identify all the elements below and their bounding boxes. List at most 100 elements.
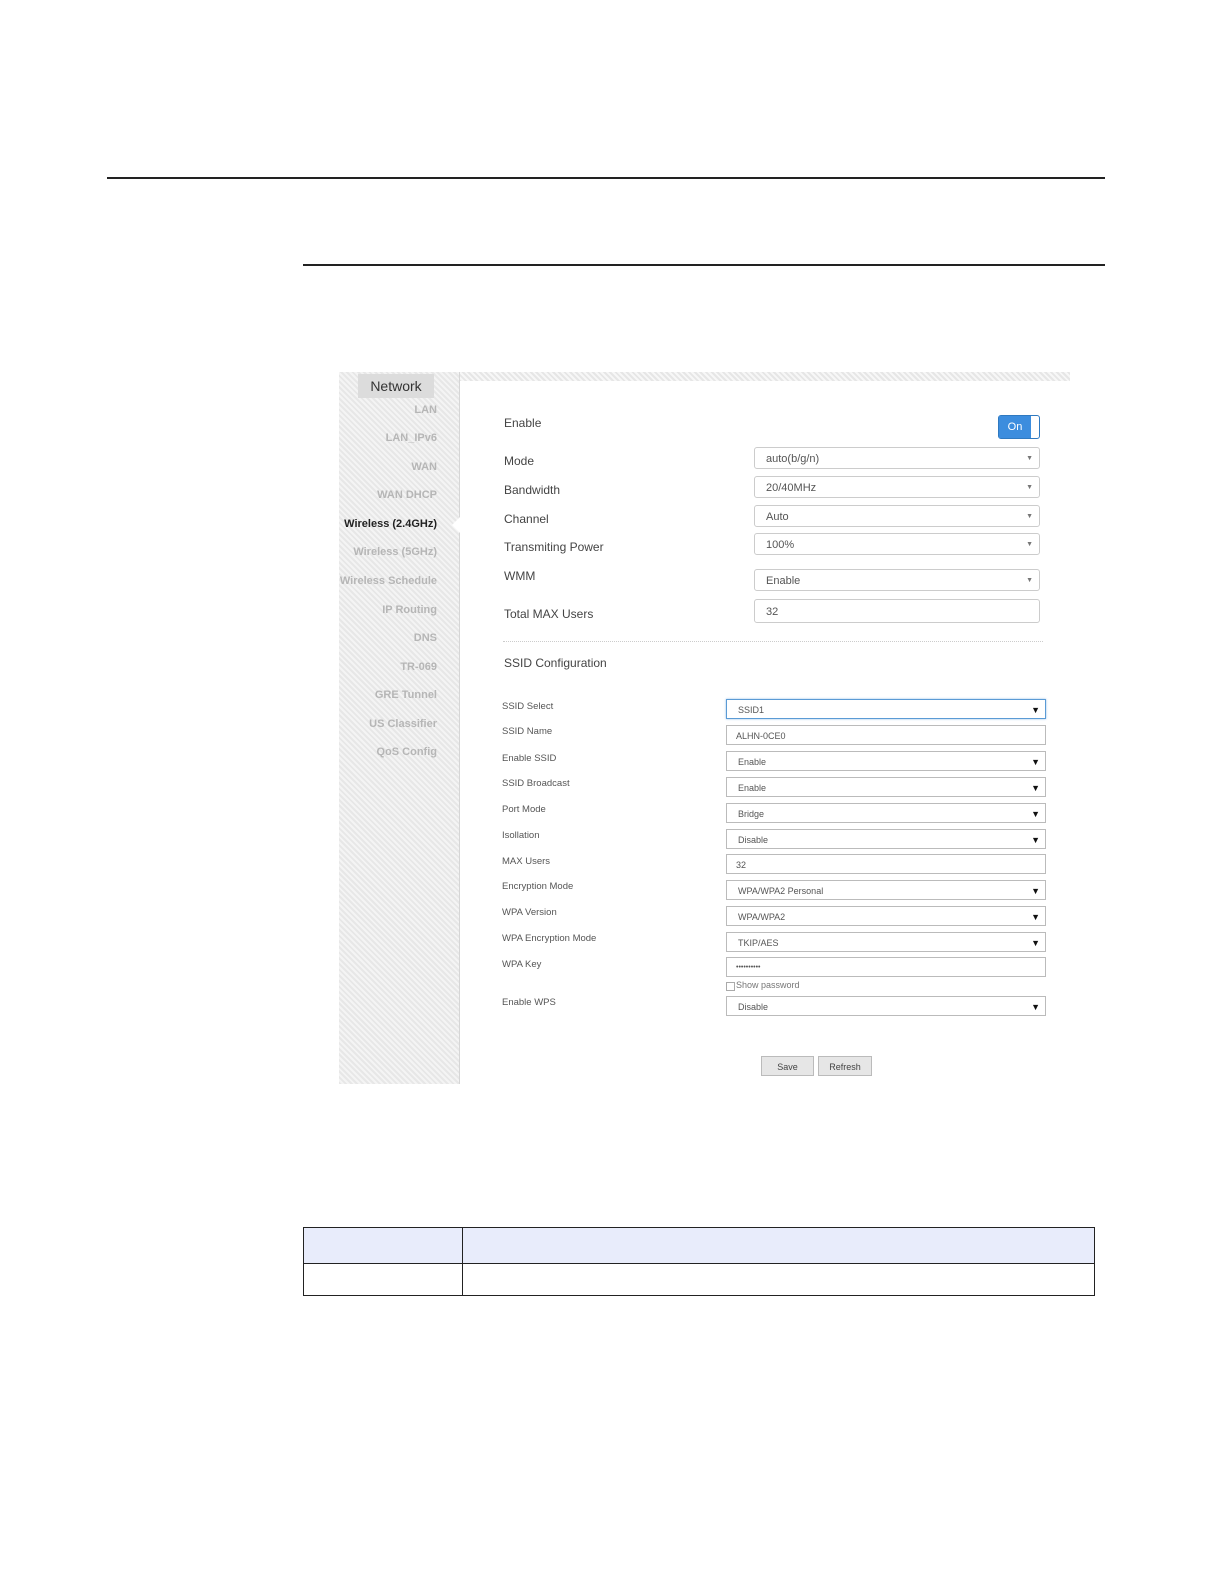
power-value: 100% bbox=[766, 539, 795, 551]
chevron-down-icon: ▼ bbox=[1031, 938, 1040, 948]
isolation-select[interactable]: Disable ▼ bbox=[726, 829, 1046, 849]
table-cell bbox=[462, 1263, 1095, 1296]
max-users-value: 32 bbox=[736, 860, 747, 870]
sidebar-item-qos-config[interactable]: QoS Config bbox=[377, 746, 438, 758]
top-bar bbox=[459, 372, 1070, 381]
chevron-down-icon: ▼ bbox=[1031, 783, 1040, 793]
save-button[interactable]: Save bbox=[761, 1056, 814, 1076]
sidebar-item-wan-dhcp[interactable]: WAN DHCP bbox=[377, 489, 437, 501]
channel-select[interactable]: Auto ▼ bbox=[754, 505, 1040, 527]
sidebar-item-dns[interactable]: DNS bbox=[414, 632, 437, 644]
sidebar-item-gre-tunnel[interactable]: GRE Tunnel bbox=[375, 689, 437, 701]
refresh-button[interactable]: Refresh bbox=[818, 1056, 872, 1076]
isolation-label: Isollation bbox=[502, 830, 540, 841]
wmm-label: WMM bbox=[504, 569, 536, 583]
max-users-input[interactable]: 32 bbox=[726, 854, 1046, 874]
ssid-broadcast-value: Enable bbox=[738, 783, 767, 793]
chevron-down-icon: ▼ bbox=[1026, 513, 1033, 520]
port-mode-value: Bridge bbox=[738, 809, 765, 819]
sidebar-item-us-classifier[interactable]: US Classifier bbox=[369, 718, 437, 730]
wpa-version-label: WPA Version bbox=[502, 907, 557, 918]
power-select[interactable]: 100% ▼ bbox=[754, 533, 1040, 555]
show-password-checkbox[interactable] bbox=[726, 982, 735, 991]
enable-label: Enable bbox=[504, 416, 542, 430]
encryption-mode-value: WPA/WPA2 Personal bbox=[738, 886, 824, 896]
router-screenshot: Network LAN LAN_IPv6 WAN WAN DHCP Wirele… bbox=[339, 372, 1070, 1084]
total-max-users-value: 32 bbox=[766, 606, 779, 618]
enable-wps-select[interactable]: Disable ▼ bbox=[726, 996, 1046, 1016]
sidebar: Network LAN LAN_IPv6 WAN WAN DHCP Wirele… bbox=[339, 372, 460, 1084]
wmm-value: Enable bbox=[766, 575, 801, 587]
sidebar-item-ip-routing[interactable]: IP Routing bbox=[382, 604, 437, 616]
ssid-broadcast-label: SSID Broadcast bbox=[502, 778, 570, 789]
sidebar-item-wireless-5[interactable]: Wireless (5GHz) bbox=[353, 546, 437, 558]
ssid-name-input[interactable]: ALHN-0CE0 bbox=[726, 725, 1046, 745]
total-max-users-label: Total MAX Users bbox=[504, 607, 594, 621]
parameter-table bbox=[303, 1227, 1095, 1296]
total-max-users-input[interactable]: 32 bbox=[754, 599, 1040, 623]
wmm-select[interactable]: Enable ▼ bbox=[754, 569, 1040, 591]
ssid-broadcast-select[interactable]: Enable ▼ bbox=[726, 777, 1046, 797]
mode-value: auto(b/g/n) bbox=[766, 453, 820, 465]
chevron-down-icon: ▼ bbox=[1031, 912, 1040, 922]
wpa-encryption-mode-select[interactable]: TKIP/AES ▼ bbox=[726, 932, 1046, 952]
ssid-name-label: SSID Name bbox=[502, 726, 553, 737]
isolation-value: Disable bbox=[738, 835, 769, 845]
port-mode-select[interactable]: Bridge ▼ bbox=[726, 803, 1046, 823]
channel-value: Auto bbox=[766, 511, 789, 523]
ssid-section-title: SSID Configuration bbox=[504, 656, 607, 670]
enable-ssid-select[interactable]: Enable ▼ bbox=[726, 751, 1046, 771]
wpa-version-select[interactable]: WPA/WPA2 ▼ bbox=[726, 906, 1046, 926]
enable-ssid-label: Enable SSID bbox=[502, 753, 557, 764]
max-users-label: MAX Users bbox=[502, 856, 551, 867]
wpa-key-label: WPA Key bbox=[502, 959, 542, 970]
sidebar-header: Network bbox=[358, 374, 434, 398]
section-rule bbox=[303, 264, 1105, 266]
sidebar-item-wireless-schedule[interactable]: Wireless Schedule bbox=[340, 575, 437, 587]
chevron-down-icon: ▼ bbox=[1026, 541, 1033, 548]
encryption-mode-label: Encryption Mode bbox=[502, 881, 574, 892]
channel-label: Channel bbox=[504, 512, 549, 526]
sidebar-item-tr069[interactable]: TR-069 bbox=[400, 661, 437, 673]
port-mode-label: Port Mode bbox=[502, 804, 546, 815]
wpa-encryption-mode-value: TKIP/AES bbox=[738, 938, 779, 948]
sidebar-item-lan-ipv6[interactable]: LAN_IPv6 bbox=[386, 432, 437, 444]
table-header-cell bbox=[462, 1227, 1095, 1264]
sidebar-item-wireless-24[interactable]: Wireless (2.4GHz) bbox=[344, 518, 437, 530]
table-header-row bbox=[303, 1227, 1095, 1264]
chevron-down-icon: ▼ bbox=[1026, 484, 1033, 491]
enable-ssid-value: Enable bbox=[738, 757, 767, 767]
wpa-key-value: •••••••••• bbox=[736, 964, 761, 971]
sidebar-item-lan[interactable]: LAN bbox=[414, 404, 437, 416]
chevron-down-icon: ▼ bbox=[1026, 455, 1033, 462]
mode-select[interactable]: auto(b/g/n) ▼ bbox=[754, 447, 1040, 469]
top-rule bbox=[107, 177, 1105, 179]
chevron-down-icon: ▼ bbox=[1031, 757, 1040, 767]
active-nav-pointer bbox=[452, 517, 460, 533]
chevron-down-icon: ▼ bbox=[1031, 705, 1040, 715]
ssid-name-value: ALHN-0CE0 bbox=[736, 731, 786, 741]
enable-wps-label: Enable WPS bbox=[502, 997, 556, 1008]
show-password-label: Show password bbox=[736, 980, 800, 990]
ssid-select-value: SSID1 bbox=[738, 705, 765, 715]
enable-wps-value: Disable bbox=[738, 1002, 769, 1012]
chevron-down-icon: ▼ bbox=[1031, 809, 1040, 819]
wpa-encryption-mode-label: WPA Encryption Mode bbox=[502, 933, 597, 944]
table-cell bbox=[303, 1263, 463, 1296]
sidebar-item-wan[interactable]: WAN bbox=[411, 461, 437, 473]
enable-toggle[interactable]: On bbox=[998, 415, 1040, 439]
chevron-down-icon: ▼ bbox=[1031, 1002, 1040, 1012]
ssid-select-label: SSID Select bbox=[502, 701, 554, 712]
wpa-key-input[interactable]: •••••••••• bbox=[726, 957, 1046, 977]
bandwidth-label: Bandwidth bbox=[504, 483, 561, 497]
toggle-on-label: On bbox=[999, 416, 1031, 438]
mode-label: Mode bbox=[504, 454, 535, 468]
bandwidth-select[interactable]: 20/40MHz ▼ bbox=[754, 476, 1040, 498]
ssid-select[interactable]: SSID1 ▼ bbox=[726, 699, 1046, 719]
table-row bbox=[303, 1263, 1095, 1296]
chevron-down-icon: ▼ bbox=[1031, 835, 1040, 845]
encryption-mode-select[interactable]: WPA/WPA2 Personal ▼ bbox=[726, 880, 1046, 900]
power-label: Transmiting Power bbox=[504, 540, 604, 554]
section-divider bbox=[503, 641, 1043, 642]
chevron-down-icon: ▼ bbox=[1031, 886, 1040, 896]
